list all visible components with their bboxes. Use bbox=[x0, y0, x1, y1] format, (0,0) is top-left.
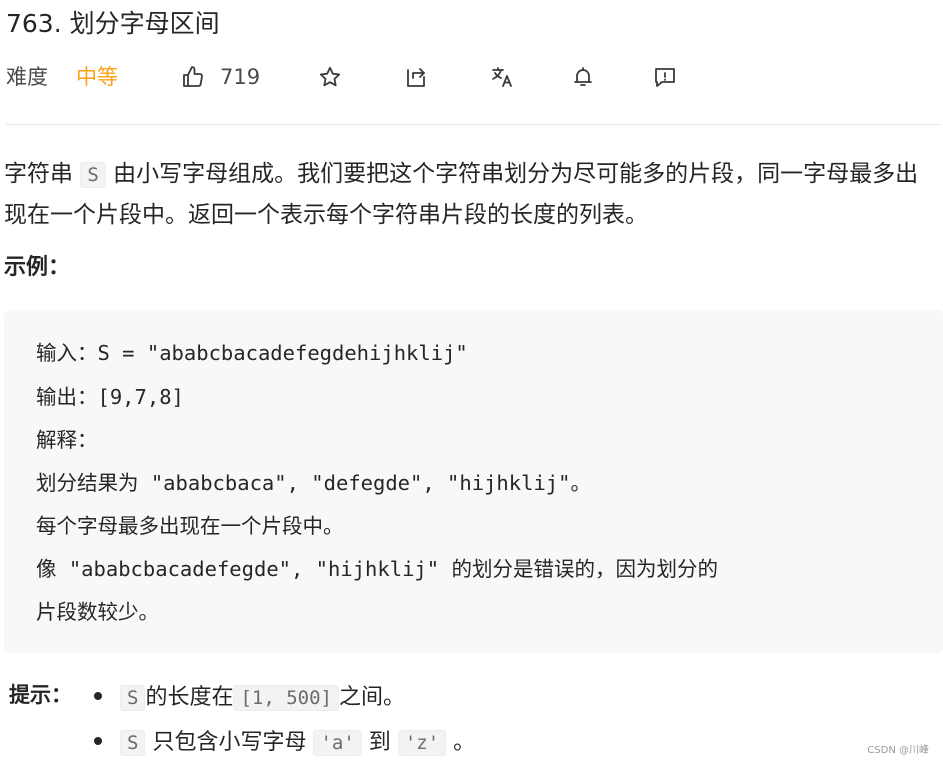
inline-code-range: [1, 500] bbox=[233, 685, 339, 711]
like-button[interactable] bbox=[178, 60, 208, 94]
watermark: CSDN @川峰 bbox=[867, 745, 929, 756]
description-text: 由小写字母组成。我们要把这个字符串划分为尽可能多的片段，同一字母最多出现在一个片… bbox=[4, 161, 919, 228]
example-line-explain: 解释： bbox=[36, 428, 98, 452]
favorite-button[interactable] bbox=[315, 60, 345, 94]
inline-code-s: S bbox=[120, 730, 146, 756]
example-line-rule: 每个字母最多出现在一个片段中。 bbox=[36, 514, 344, 538]
problem-title: 763. 划分字母区间 bbox=[6, 9, 220, 38]
hint-text: 只包含小写字母 bbox=[152, 730, 307, 755]
inline-code-z: 'z' bbox=[397, 730, 447, 756]
hint-item: S 的长度在 [1, 500] 之间。 bbox=[94, 682, 405, 714]
example-line-output: 输出：[9,7,8] bbox=[36, 385, 184, 409]
translate-button[interactable] bbox=[487, 60, 517, 94]
inline-code-s: S bbox=[120, 685, 146, 711]
example-line-partition: 划分结果为 "ababcbaca", "defegde", "hijhklij"… bbox=[36, 471, 591, 495]
example-line-wrong-cont: 片段数较少。 bbox=[36, 600, 159, 624]
example-heading: 示例： bbox=[4, 255, 71, 280]
example-line-input: 输入：S = "ababcbacadefegdehijhklij" bbox=[36, 341, 468, 365]
feedback-icon bbox=[655, 68, 675, 87]
difficulty-badge: 中等 bbox=[76, 65, 118, 89]
hint-text: 的长度在 bbox=[145, 685, 234, 710]
problem-toolbar: 难度 中等 719 bbox=[6, 60, 726, 94]
share-button[interactable] bbox=[401, 60, 431, 94]
inline-code-a: 'a' bbox=[313, 730, 362, 756]
description-text: 字符串 bbox=[4, 161, 81, 187]
difficulty-label: 难度 bbox=[6, 65, 48, 89]
star-icon bbox=[319, 66, 341, 87]
like-count: 719 bbox=[220, 65, 261, 89]
bullet-icon bbox=[94, 692, 102, 700]
bullet-icon bbox=[94, 737, 102, 745]
bell-icon bbox=[574, 67, 592, 86]
example-code-block: 输入：S = "ababcbacadefegdehijhklij" 输出：[9,… bbox=[4, 310, 943, 653]
section-divider bbox=[6, 124, 941, 125]
hint-item: S 只包含小写字母 'a' 到 'z' 。 bbox=[94, 727, 475, 759]
hints-label: 提示： bbox=[9, 683, 72, 707]
example-line-wrong: 像 "ababcbacadefegde", "hijhklij" 的划分是错误的… bbox=[36, 557, 718, 581]
subscribe-button[interactable] bbox=[568, 60, 598, 94]
thumbs-up-icon bbox=[183, 66, 203, 87]
inline-code-s: S bbox=[80, 162, 106, 188]
hint-text: 到 bbox=[368, 730, 391, 755]
feedback-button[interactable] bbox=[650, 60, 680, 94]
translate-icon bbox=[492, 67, 512, 87]
problem-description: 字符串 S 由小写字母组成。我们要把这个字符串划分为尽可能多的片段，同一字母最多… bbox=[4, 154, 939, 235]
hint-text: 之间。 bbox=[338, 685, 405, 710]
share-icon bbox=[407, 68, 425, 87]
hint-text: 。 bbox=[453, 730, 476, 755]
